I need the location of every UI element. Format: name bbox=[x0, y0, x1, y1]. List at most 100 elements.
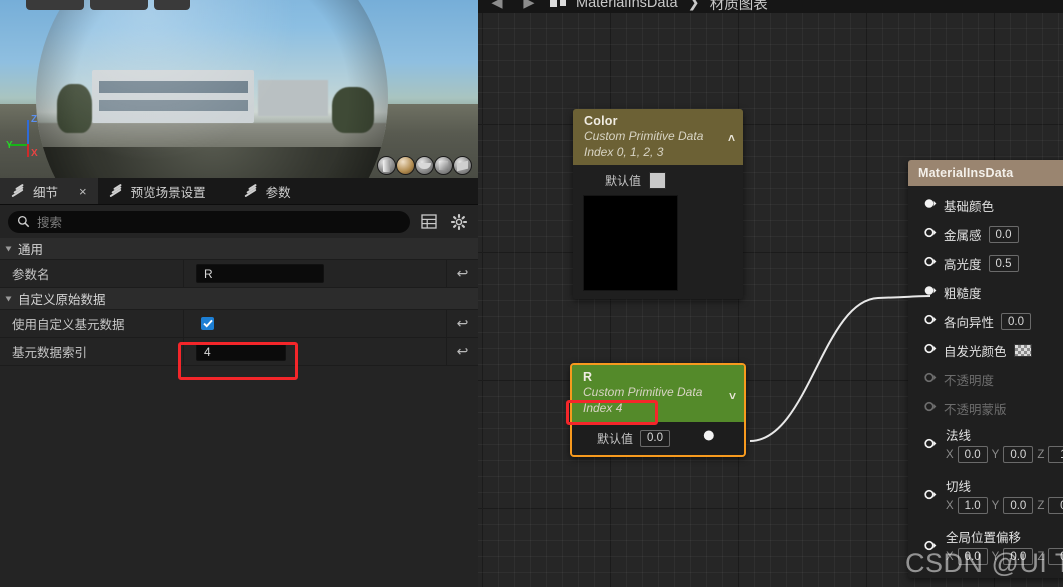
node-material-output-title: MaterialInsData bbox=[918, 166, 1014, 180]
axis-z-label: Z bbox=[31, 114, 38, 125]
node-material-output-body: 基础颜色 金属感 0.0 高光度 0.5 粗糙度 各向异性 0.0 自发光颜色 … bbox=[908, 186, 1063, 578]
input-specular-label: 高光度 bbox=[944, 258, 982, 272]
preview-shape-toolbar[interactable] bbox=[377, 156, 472, 175]
row-primitive-data-index-label: 基元数据索引 bbox=[12, 346, 88, 360]
viewport-tab-3[interactable] bbox=[154, 0, 190, 10]
node-r-subtitle-2: Index 4 bbox=[583, 400, 623, 415]
material-preview-viewport[interactable]: Z Y X bbox=[0, 0, 478, 178]
normal-z-input[interactable]: 1 bbox=[1048, 446, 1063, 463]
anisotropy-pin[interactable] bbox=[924, 313, 937, 331]
node-color-default-label: 默认值 bbox=[605, 174, 642, 189]
forward-button[interactable]: ▶ bbox=[518, 0, 540, 11]
input-base-color-label: 基础颜色 bbox=[944, 200, 995, 214]
row-parameter-name-value[interactable]: R bbox=[183, 260, 446, 287]
primitive-data-index-input[interactable]: 4 bbox=[196, 342, 286, 361]
input-anisotropy[interactable]: 各向异性 0.0 bbox=[908, 307, 1063, 336]
input-anisotropy-value[interactable]: 0.0 bbox=[1001, 313, 1032, 330]
tab-preview-scene-settings[interactable]: 预览场景设置 bbox=[98, 178, 217, 204]
plane-preview-icon[interactable] bbox=[415, 156, 434, 175]
input-metallic[interactable]: 金属感 0.0 bbox=[908, 220, 1063, 249]
node-color-header[interactable]: Color Custom Primitive Data Index 0, 1, … bbox=[573, 109, 743, 166]
input-opacity-mask[interactable]: 不透明蒙版 bbox=[908, 394, 1063, 423]
input-specular-value[interactable]: 0.5 bbox=[988, 255, 1019, 272]
node-r-default-input[interactable]: 0.0 bbox=[640, 429, 671, 447]
specular-pin[interactable] bbox=[924, 255, 937, 273]
row-use-custom-primitive-data-value[interactable] bbox=[183, 310, 446, 337]
back-button[interactable]: ◀ bbox=[486, 0, 508, 11]
reset-parameter-name-button[interactable]: ↩ bbox=[446, 260, 478, 287]
input-roughness[interactable]: 粗糙度 bbox=[908, 278, 1063, 307]
tangent-x-input[interactable]: 1.0 bbox=[957, 497, 988, 514]
group-header-general[interactable]: 通用 bbox=[0, 238, 478, 260]
breadcrumb-root[interactable]: MaterialInsData bbox=[576, 0, 678, 11]
node-r-output-pin[interactable] bbox=[703, 429, 716, 447]
normal-z-label: Z bbox=[1037, 448, 1045, 461]
input-specular[interactable]: 高光度 0.5 bbox=[908, 249, 1063, 278]
row-parameter-name-label: 参数名 bbox=[12, 268, 50, 282]
custom-mesh-preview-icon[interactable] bbox=[453, 156, 472, 175]
grid-icon[interactable] bbox=[418, 211, 440, 233]
node-material-output-header[interactable]: MaterialInsData bbox=[908, 160, 1063, 186]
normal-y-input[interactable]: 0.0 bbox=[1003, 446, 1034, 463]
tab-preview-scene-settings-label: 预览场景设置 bbox=[130, 185, 206, 200]
node-r-header[interactable]: R Custom Primitive Data Index 4 ˅ bbox=[572, 365, 744, 423]
input-normal[interactable]: 法线 X 0.0 Y 0.0 Z 1 bbox=[908, 423, 1063, 468]
node-color[interactable]: Color Custom Primitive Data Index 0, 1, … bbox=[573, 109, 743, 300]
node-color-default-swatch[interactable] bbox=[649, 172, 667, 190]
emissive-color-pin[interactable] bbox=[924, 342, 937, 360]
use-custom-primitive-data-checkbox[interactable] bbox=[201, 317, 214, 330]
node-r-body: 默认值 0.0 bbox=[572, 422, 744, 456]
opacity-mask-pin[interactable] bbox=[924, 400, 937, 418]
normal-pin[interactable] bbox=[924, 437, 937, 455]
reset-use-custom-primitive-data-button[interactable]: ↩ bbox=[446, 310, 478, 337]
sphere-preview-icon[interactable] bbox=[396, 156, 415, 175]
axis-gizmo: Z Y X bbox=[6, 112, 58, 164]
input-base-color[interactable]: 基础颜色 bbox=[908, 191, 1063, 220]
reset-primitive-data-index-button[interactable]: ↩ bbox=[446, 338, 478, 365]
row-primitive-data-index: 基元数据索引 4 ↩ bbox=[0, 338, 478, 366]
input-metallic-value[interactable]: 0.0 bbox=[988, 226, 1019, 243]
node-color-preview-swatch[interactable] bbox=[583, 195, 678, 292]
normal-x-input[interactable]: 0.0 bbox=[957, 446, 988, 463]
node-r[interactable]: R Custom Primitive Data Index 4 ˅ 默认值 0.… bbox=[570, 363, 746, 458]
tab-parameters[interactable]: 参数 bbox=[233, 178, 302, 204]
metallic-pin[interactable] bbox=[924, 226, 937, 244]
cube-preview-icon[interactable] bbox=[434, 156, 453, 175]
graph-icon bbox=[550, 0, 566, 7]
opacity-pin[interactable] bbox=[924, 371, 937, 389]
input-tangent-axes: X 1.0 Y 0.0 Z 0 bbox=[946, 497, 1063, 514]
tab-details[interactable]: 细节 × bbox=[0, 178, 98, 204]
row-parameter-name: 参数名 R ↩ bbox=[0, 260, 478, 288]
tangent-z-input[interactable]: 0 bbox=[1048, 497, 1063, 514]
gear-icon[interactable] bbox=[448, 211, 470, 233]
parameter-name-input[interactable]: R bbox=[196, 264, 324, 283]
viewport-tab-1[interactable] bbox=[26, 0, 84, 10]
close-icon[interactable]: × bbox=[79, 185, 87, 198]
input-opacity[interactable]: 不透明度 bbox=[908, 365, 1063, 394]
input-emissive-color[interactable]: 自发光颜色 bbox=[908, 336, 1063, 365]
row-primitive-data-index-value[interactable]: 4 bbox=[183, 338, 446, 365]
input-tangent[interactable]: 切线 X 1.0 Y 0.0 Z 0 bbox=[908, 474, 1063, 519]
roughness-pin[interactable] bbox=[924, 284, 937, 302]
search-input[interactable]: 搜索 bbox=[8, 210, 410, 233]
node-color-default-row: 默认值 bbox=[573, 172, 743, 190]
viewport-tab-2[interactable] bbox=[90, 0, 148, 10]
details-tab-strip[interactable]: 细节 × 预览场景设置 参数 bbox=[0, 178, 478, 205]
tangent-pin[interactable] bbox=[924, 488, 937, 506]
breadcrumb: ◀ ▶ MaterialInsData ❯ 材质图表 bbox=[478, 0, 1063, 14]
breadcrumb-separator: ❯ bbox=[687, 0, 700, 11]
input-opacity-label: 不透明度 bbox=[944, 374, 995, 388]
chevron-up-icon[interactable]: ˄ bbox=[728, 131, 735, 145]
base-color-pin[interactable] bbox=[924, 197, 937, 215]
tangent-z-label: Z bbox=[1037, 499, 1045, 512]
tangent-y-input[interactable]: 0.0 bbox=[1003, 497, 1034, 514]
material-node-graph[interactable]: ◀ ▶ MaterialInsData ❯ 材质图表 Color Custom … bbox=[478, 0, 1063, 587]
cylinder-preview-icon[interactable] bbox=[377, 156, 396, 175]
emissive-color-swatch[interactable] bbox=[1013, 344, 1032, 357]
chevron-down-icon[interactable]: ˅ bbox=[729, 389, 736, 403]
group-header-custom-primitive-data[interactable]: 自定义原始数据 bbox=[0, 288, 478, 310]
node-material-output[interactable]: MaterialInsData 基础颜色 金属感 0.0 高光度 0.5 粗糙度… bbox=[908, 160, 1063, 578]
input-metallic-label: 金属感 bbox=[944, 229, 982, 243]
group-header-general-label: 通用 bbox=[18, 243, 44, 257]
preview-sphere[interactable] bbox=[36, 0, 388, 178]
